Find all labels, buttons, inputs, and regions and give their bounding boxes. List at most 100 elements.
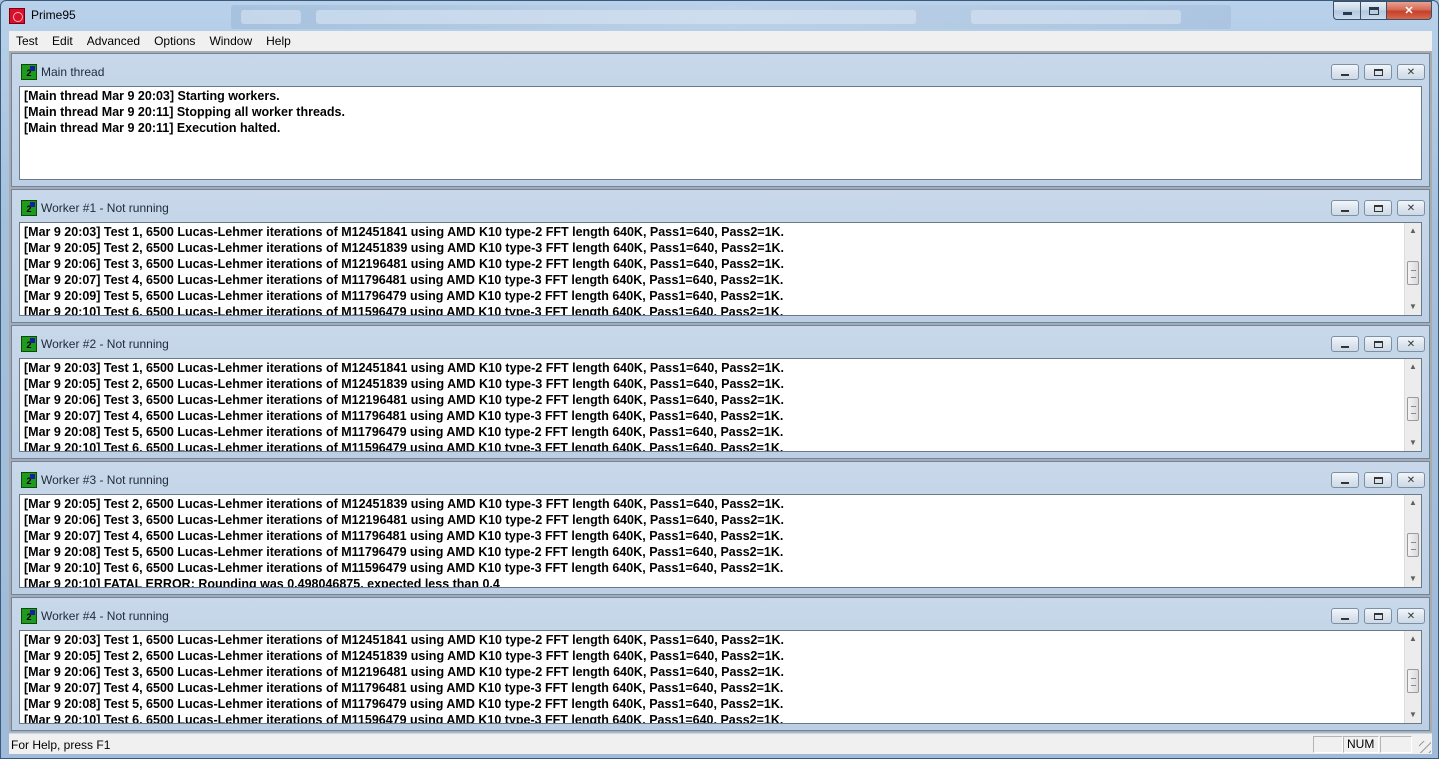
worker-2-titlebar[interactable]: 2 Worker #2 - Not running ✕ [12,326,1429,356]
worker-1-titlebar[interactable]: 2 Worker #1 - Not running ✕ [12,190,1429,220]
minimize-icon [1341,481,1349,484]
worker-4-title: Worker #4 - Not running [41,609,169,623]
mdi-restore-button[interactable] [1364,608,1392,624]
log-line: [Mar 9 20:03] Test 1, 6500 Lucas-Lehmer … [24,361,785,375]
prime95-app-icon[interactable] [9,8,25,24]
scroll-up-icon[interactable]: ▲ [1405,359,1421,375]
menu-test[interactable]: Test [9,31,45,51]
minimize-icon [1342,12,1352,15]
status-help-text: For Help, press F1 [11,738,111,752]
mdi-close-button[interactable]: ✕ [1397,64,1425,80]
log-lines: [Mar 9 20:03] Test 1, 6500 Lucas-Lehmer … [24,360,1401,451]
mdi-minimize-button[interactable] [1331,472,1359,488]
log-lines: [Mar 9 20:03] Test 1, 6500 Lucas-Lehmer … [24,224,1401,315]
mdi-restore-button[interactable] [1364,472,1392,488]
scroll-thumb[interactable] [1407,397,1419,421]
mdi-minimize-button[interactable] [1331,608,1359,624]
vertical-scrollbar[interactable]: ▲ ▼ [1404,495,1421,587]
main-thread-log[interactable]: [Main thread Mar 9 20:03] Starting worke… [19,86,1422,180]
scroll-down-icon[interactable]: ▼ [1405,435,1421,451]
scroll-thumb[interactable] [1407,261,1419,285]
close-icon: ✕ [1406,338,1416,350]
maximize-button[interactable] [1360,1,1386,20]
log-line: [Mar 9 20:07] Test 4, 6500 Lucas-Lehmer … [24,273,784,287]
worker-icon: 2 [21,336,37,352]
mdi-close-button[interactable]: ✕ [1397,336,1425,352]
menu-advanced[interactable]: Advanced [80,31,147,51]
log-line: [Mar 9 20:03] Test 1, 6500 Lucas-Lehmer … [24,225,785,239]
mdi-minimize-button[interactable] [1331,64,1359,80]
worker-1-title: Worker #1 - Not running [41,201,169,215]
mdi-restore-button[interactable] [1364,64,1392,80]
scroll-up-icon[interactable]: ▲ [1405,223,1421,239]
log-line: [Main thread Mar 9 20:11] Stopping all w… [24,105,345,119]
title-bar[interactable]: Prime95 ✕ [1,1,1438,31]
resize-grip-icon[interactable] [1419,741,1431,753]
scroll-up-icon[interactable]: ▲ [1405,631,1421,647]
mdi-close-button[interactable]: ✕ [1397,200,1425,216]
prime95-window: Prime95 ✕ Test Edit Advanced Options Win… [0,0,1439,759]
mdi-close-button[interactable]: ✕ [1397,472,1425,488]
main-thread-window[interactable]: 2 Main thread ✕ [Main thread Mar 9 20:03… [11,53,1430,187]
minimize-button[interactable] [1333,1,1360,20]
close-button[interactable]: ✕ [1386,1,1432,20]
restore-icon [1373,476,1383,484]
menu-window[interactable]: Window [202,31,259,51]
vertical-scrollbar[interactable]: ▲ ▼ [1404,631,1421,723]
scroll-up-icon[interactable]: ▲ [1405,495,1421,511]
log-line: [Mar 9 20:03] Test 1, 6500 Lucas-Lehmer … [24,633,785,647]
mdi-close-button[interactable]: ✕ [1397,608,1425,624]
menu-help[interactable]: Help [259,31,298,51]
worker-3-titlebar[interactable]: 2 Worker #3 - Not running ✕ [12,462,1429,492]
log-line: [Mar 9 20:07] Test 4, 6500 Lucas-Lehmer … [24,409,784,423]
maximize-icon [1368,6,1379,15]
worker-4-titlebar[interactable]: 2 Worker #4 - Not running ✕ [12,598,1429,628]
scroll-thumb[interactable] [1407,669,1419,693]
log-line: [Mar 9 20:05] Test 2, 6500 Lucas-Lehmer … [24,241,785,255]
minimize-icon [1341,617,1349,620]
scroll-down-icon[interactable]: ▼ [1405,571,1421,587]
worker-3-window[interactable]: 2 Worker #3 - Not running ✕ [Mar 9 20:05… [11,461,1430,595]
log-line: [Main thread Mar 9 20:11] Execution halt… [24,121,281,135]
log-line: [Mar 9 20:05] Test 2, 6500 Lucas-Lehmer … [24,377,785,391]
worker-1-log[interactable]: [Mar 9 20:03] Test 1, 6500 Lucas-Lehmer … [19,222,1422,316]
log-line: [Mar 9 20:10] Test 6, 6500 Lucas-Lehmer … [24,713,784,724]
status-pane-scroll [1380,736,1412,753]
main-thread-title: Main thread [41,65,105,79]
close-icon: ✕ [1406,66,1416,78]
vertical-scrollbar[interactable]: ▲ ▼ [1404,223,1421,315]
log-line: [Mar 9 20:06] Test 3, 6500 Lucas-Lehmer … [24,665,785,679]
log-line: [Mar 9 20:06] Test 3, 6500 Lucas-Lehmer … [24,257,785,271]
worker-4-window[interactable]: 2 Worker #4 - Not running ✕ [Mar 9 20:03… [11,597,1430,731]
menu-options[interactable]: Options [147,31,202,51]
log-lines: [Mar 9 20:05] Test 2, 6500 Lucas-Lehmer … [24,496,1401,587]
close-icon: ✕ [1406,610,1416,622]
close-icon: ✕ [1406,474,1416,486]
log-line: [Mar 9 20:08] Test 5, 6500 Lucas-Lehmer … [24,697,784,711]
worker-1-window[interactable]: 2 Worker #1 - Not running ✕ [Mar 9 20:03… [11,189,1430,323]
worker-2-log[interactable]: [Mar 9 20:03] Test 1, 6500 Lucas-Lehmer … [19,358,1422,452]
worker-2-window[interactable]: 2 Worker #2 - Not running ✕ [Mar 9 20:03… [11,325,1430,459]
log-lines: [Mar 9 20:03] Test 1, 6500 Lucas-Lehmer … [24,632,1401,724]
menu-edit[interactable]: Edit [45,31,80,51]
scroll-down-icon[interactable]: ▼ [1405,707,1421,723]
log-line: [Mar 9 20:09] Test 5, 6500 Lucas-Lehmer … [24,289,784,303]
worker-icon: 2 [21,472,37,488]
menu-bar: Test Edit Advanced Options Window Help [9,31,1432,51]
restore-icon [1373,612,1383,620]
worker-3-log[interactable]: [Mar 9 20:05] Test 2, 6500 Lucas-Lehmer … [19,494,1422,588]
worker-icon: 2 [21,608,37,624]
worker-4-log[interactable]: [Mar 9 20:03] Test 1, 6500 Lucas-Lehmer … [19,630,1422,724]
restore-icon [1373,204,1383,212]
worker-icon: 2 [21,200,37,216]
mdi-minimize-button[interactable] [1331,200,1359,216]
mdi-restore-button[interactable] [1364,200,1392,216]
main-thread-titlebar[interactable]: 2 Main thread ✕ [12,54,1429,84]
vertical-scrollbar[interactable]: ▲ ▼ [1404,359,1421,451]
log-lines: [Main thread Mar 9 20:03] Starting worke… [24,88,1401,136]
scroll-down-icon[interactable]: ▼ [1405,299,1421,315]
mdi-restore-button[interactable] [1364,336,1392,352]
status-pane-empty [1313,736,1343,753]
mdi-minimize-button[interactable] [1331,336,1359,352]
scroll-thumb[interactable] [1407,533,1419,557]
